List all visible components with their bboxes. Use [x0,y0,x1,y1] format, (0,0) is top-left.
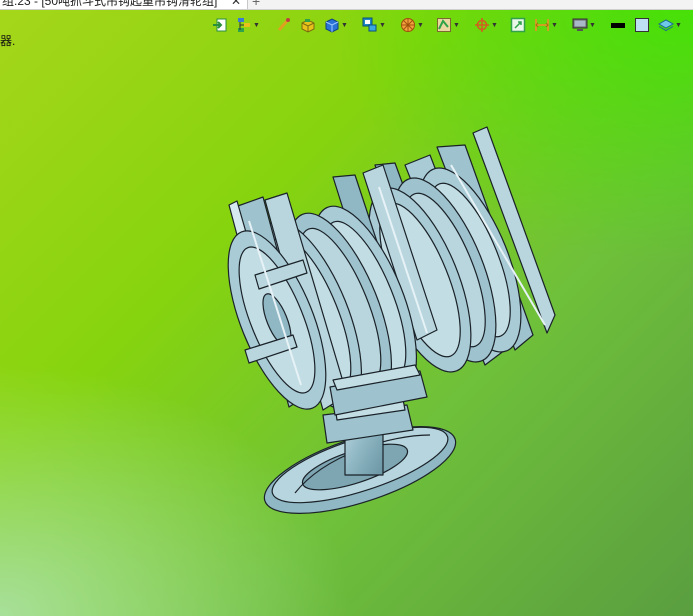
chevron-down-icon[interactable]: ▼ [551,22,558,29]
snap-button[interactable]: ▼ [474,15,498,35]
3d-viewport[interactable]: 组.23 - [50吨抓斗式吊钩起重吊钩滑轮组] ✕ + 器. ▼ ▼ ▼ ▼ … [0,0,693,616]
monitor-icon [572,18,588,31]
brush-icon [277,18,290,31]
black-swatch-icon [611,23,625,28]
chevron-down-icon[interactable]: ▼ [341,22,348,29]
chevron-down-icon[interactable]: ▼ [453,22,460,29]
render-style-button[interactable]: ▼ [436,15,460,35]
tree-label-fragment: 器. [0,34,16,48]
line-color-button[interactable] [610,15,626,35]
new-tab-icon[interactable]: + [252,0,260,9]
frame-select-button[interactable] [510,15,526,35]
shading-button[interactable] [300,15,316,35]
pulley-block-model[interactable] [215,125,565,525]
yellow-block-icon [301,19,315,33]
chevron-down-icon[interactable]: ▼ [589,22,596,29]
chevron-down-icon[interactable]: ▼ [253,22,260,29]
view-cube-icon [362,17,377,32]
chevron-down-icon[interactable]: ▼ [491,22,498,29]
fill-color-button[interactable] [634,15,650,35]
section-wheel-icon [401,18,415,32]
snap-target-icon [475,18,489,32]
exit-app-icon [213,18,227,32]
frame-select-icon [510,17,526,33]
section-button[interactable]: ▼ [400,15,424,35]
document-tab-bar: 组.23 - [50吨抓斗式吊钩起重吊钩滑轮组] ✕ + [0,0,693,10]
chevron-down-icon[interactable]: ▼ [675,22,682,29]
standard-views-button[interactable]: ▼ [362,15,386,35]
render-style-icon [437,18,451,32]
document-tab[interactable]: 组.23 - [50吨抓斗式吊钩起重吊钩滑轮组] ✕ [0,0,248,9]
blue-cube-icon [325,18,339,33]
assembly-tree-icon [238,18,250,32]
measure-icon [535,19,549,31]
chevron-down-icon[interactable]: ▼ [417,22,424,29]
measure-button[interactable]: ▼ [534,15,558,35]
paint-button[interactable] [276,15,292,35]
close-tab-icon[interactable]: ✕ [231,0,241,9]
exit-app-button[interactable] [212,15,228,35]
layers-icon [658,19,674,32]
view-mode-button[interactable]: ▼ [324,15,348,35]
document-tab-title: 组.23 - [50吨抓斗式吊钩起重吊钩滑轮组] [2,0,218,8]
chevron-down-icon[interactable]: ▼ [379,22,386,29]
blue-swatch-icon [635,18,649,32]
display-settings-button[interactable]: ▼ [572,15,596,35]
assembly-tree-button[interactable]: ▼ [236,15,260,35]
layers-button[interactable]: ▼ [658,15,682,35]
